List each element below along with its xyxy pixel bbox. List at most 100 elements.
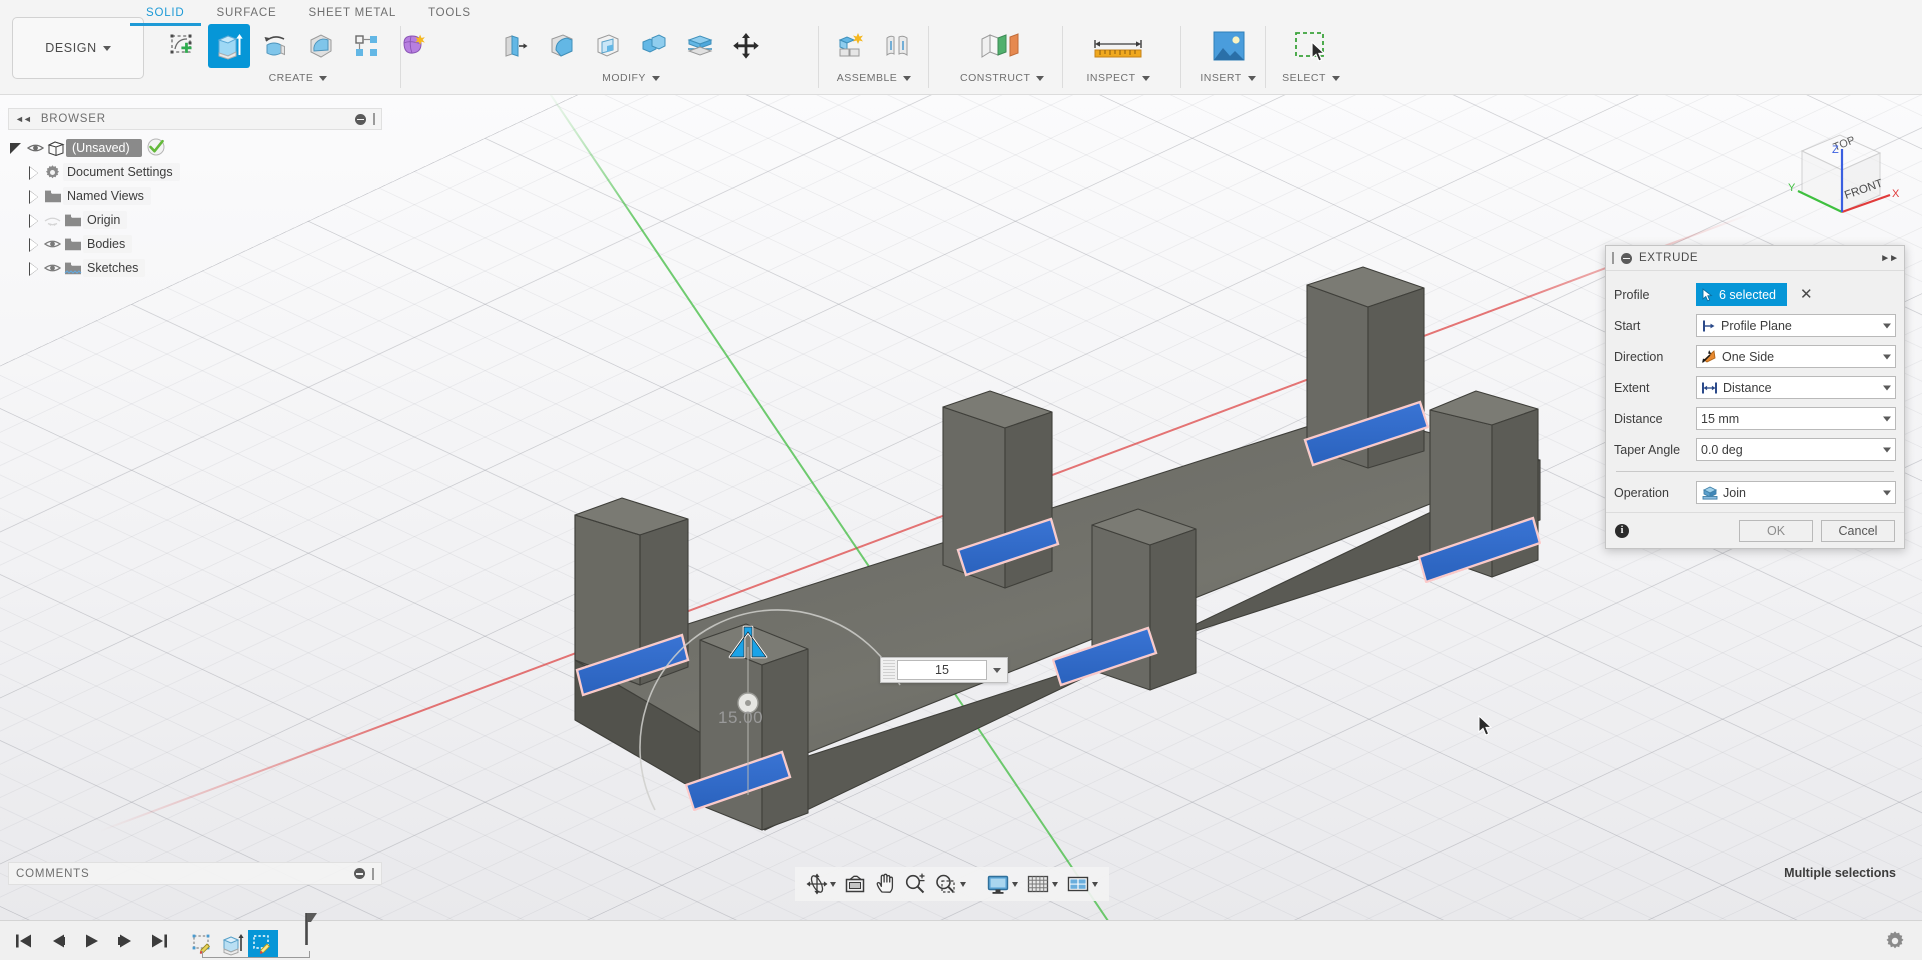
- dimension-input-widget[interactable]: 15: [880, 657, 1008, 683]
- pan-icon[interactable]: [871, 870, 899, 898]
- ok-button[interactable]: OK: [1739, 520, 1813, 542]
- tree-item-unsaved[interactable]: (Unsaved): [8, 136, 382, 160]
- dimension-dropdown-icon[interactable]: [989, 668, 1005, 673]
- pattern-icon[interactable]: [346, 24, 388, 68]
- browser-minimize-icon[interactable]: [355, 114, 366, 125]
- fillet-icon[interactable]: [541, 24, 583, 68]
- check-icon[interactable]: [147, 138, 165, 159]
- insert-image-icon[interactable]: [1195, 24, 1261, 68]
- orbit-icon[interactable]: [803, 870, 839, 898]
- direction-dropdown[interactable]: One Side: [1696, 345, 1896, 368]
- offset-plane-icon[interactable]: [968, 24, 1036, 68]
- workspace-selector-button[interactable]: DESIGN: [12, 17, 144, 79]
- gear-icon[interactable]: [1884, 930, 1906, 957]
- group-label-construct[interactable]: CONSTRUCT: [960, 72, 1044, 84]
- expand-triangle-icon[interactable]: [25, 260, 42, 277]
- tree-item-document-settings[interactable]: Document Settings: [8, 160, 382, 184]
- chevron-down-icon[interactable]: [1052, 882, 1058, 887]
- dimension-value-input[interactable]: 15: [897, 660, 987, 680]
- sweep-icon[interactable]: [300, 24, 342, 68]
- group-label-create[interactable]: CREATE: [269, 72, 328, 84]
- viewports-icon[interactable]: [1063, 870, 1101, 898]
- create-sketch-icon[interactable]: [162, 24, 204, 68]
- select-window-icon[interactable]: [1278, 24, 1344, 68]
- group-label-modify[interactable]: MODIFY: [602, 72, 660, 84]
- dialog-drag-grip[interactable]: [1612, 252, 1614, 264]
- mouse-cursor: [1478, 715, 1494, 737]
- new-component-icon[interactable]: [830, 24, 872, 68]
- combine-icon[interactable]: [633, 24, 675, 68]
- go-to-end-icon[interactable]: [148, 929, 170, 953]
- shell-icon[interactable]: [587, 24, 629, 68]
- visibility-eye-icon[interactable]: [42, 238, 62, 250]
- go-to-beginning-icon[interactable]: [12, 929, 34, 953]
- tab-sheet-metal[interactable]: SHEET METAL: [292, 4, 412, 26]
- joint-icon[interactable]: [876, 24, 918, 68]
- clear-selection-icon[interactable]: ✕: [1800, 287, 1813, 302]
- taper-angle-input[interactable]: 0.0 deg: [1696, 438, 1896, 461]
- step-back-icon[interactable]: [46, 929, 68, 953]
- measure-icon[interactable]: [1080, 24, 1156, 68]
- visibility-eye-off-icon[interactable]: [42, 214, 62, 227]
- chevron-down-icon[interactable]: [1883, 385, 1891, 390]
- comments-panel[interactable]: COMMENTS: [8, 862, 382, 885]
- group-label-assemble[interactable]: ASSEMBLE: [837, 72, 912, 84]
- zoom-icon[interactable]: [901, 870, 929, 898]
- group-label-select[interactable]: SELECT: [1282, 72, 1340, 84]
- group-label-inspect[interactable]: INSPECT: [1086, 72, 1149, 84]
- tab-surface[interactable]: SURFACE: [201, 4, 293, 26]
- extrude-dialog-titlebar[interactable]: EXTRUDE ►►: [1606, 246, 1904, 271]
- chevron-down-icon[interactable]: [1883, 490, 1891, 495]
- start-dropdown[interactable]: Profile Plane: [1696, 314, 1896, 337]
- expand-triangle-icon[interactable]: [25, 236, 42, 253]
- expand-triangle-icon[interactable]: [8, 140, 25, 157]
- profile-selection-button[interactable]: 6 selected: [1696, 283, 1787, 306]
- chevron-down-icon[interactable]: [830, 882, 836, 887]
- create-form-icon[interactable]: [392, 24, 434, 68]
- visibility-eye-icon[interactable]: [25, 142, 45, 154]
- comments-minimize-icon[interactable]: [354, 868, 365, 879]
- chevron-down-icon[interactable]: [1883, 323, 1891, 328]
- zoom-window-icon[interactable]: [931, 870, 969, 898]
- tree-item-sketches[interactable]: Sketches: [8, 256, 382, 280]
- extent-dropdown[interactable]: Distance: [1696, 376, 1896, 399]
- tab-tools[interactable]: TOOLS: [412, 4, 487, 26]
- press-pull-icon[interactable]: [495, 24, 537, 68]
- play-icon[interactable]: [80, 929, 102, 953]
- tree-item-named-views[interactable]: Named Views: [8, 184, 382, 208]
- timeline-marker-icon[interactable]: [297, 913, 317, 950]
- expand-triangle-icon[interactable]: [25, 188, 42, 205]
- operation-dropdown[interactable]: Join: [1696, 481, 1896, 504]
- chevron-down-icon[interactable]: [1012, 882, 1018, 887]
- step-forward-icon[interactable]: [114, 929, 136, 953]
- group-label-insert[interactable]: INSERT: [1200, 72, 1255, 84]
- info-icon[interactable]: i: [1615, 524, 1629, 538]
- look-at-icon[interactable]: [841, 870, 869, 898]
- expand-triangle-icon[interactable]: [25, 212, 42, 229]
- display-settings-icon[interactable]: [983, 870, 1021, 898]
- visibility-eye-icon[interactable]: [42, 262, 62, 274]
- move-copy-icon[interactable]: [725, 24, 767, 68]
- cancel-button[interactable]: Cancel: [1821, 520, 1895, 542]
- dialog-expand-icon[interactable]: ►►: [1880, 253, 1898, 264]
- chevron-down-icon[interactable]: [1092, 882, 1098, 887]
- chevron-down-icon[interactable]: [1883, 354, 1891, 359]
- dialog-collapse-icon[interactable]: [1621, 253, 1632, 264]
- expand-triangle-icon[interactable]: [25, 164, 42, 181]
- viewcube[interactable]: TOP FRONT X Y Z: [1780, 117, 1900, 229]
- revolve-icon[interactable]: [254, 24, 296, 68]
- comments-resize-grip[interactable]: [372, 868, 374, 880]
- tab-solid[interactable]: SOLID: [130, 4, 201, 26]
- tree-item-origin[interactable]: Origin: [8, 208, 382, 232]
- extrude-icon[interactable]: [208, 24, 250, 68]
- tree-item-bodies[interactable]: Bodies: [8, 232, 382, 256]
- chevron-down-icon[interactable]: [960, 882, 966, 887]
- grid-snaps-icon[interactable]: [1023, 870, 1061, 898]
- split-face-icon[interactable]: [679, 24, 721, 68]
- dimension-drag-grip[interactable]: [883, 660, 895, 680]
- chevron-down-icon[interactable]: [1883, 447, 1891, 452]
- collapse-browser-icon[interactable]: ◄◄: [15, 114, 31, 124]
- chevron-down-icon[interactable]: [1883, 416, 1891, 421]
- browser-resize-grip[interactable]: [373, 113, 375, 125]
- distance-input[interactable]: 15 mm: [1696, 407, 1896, 430]
